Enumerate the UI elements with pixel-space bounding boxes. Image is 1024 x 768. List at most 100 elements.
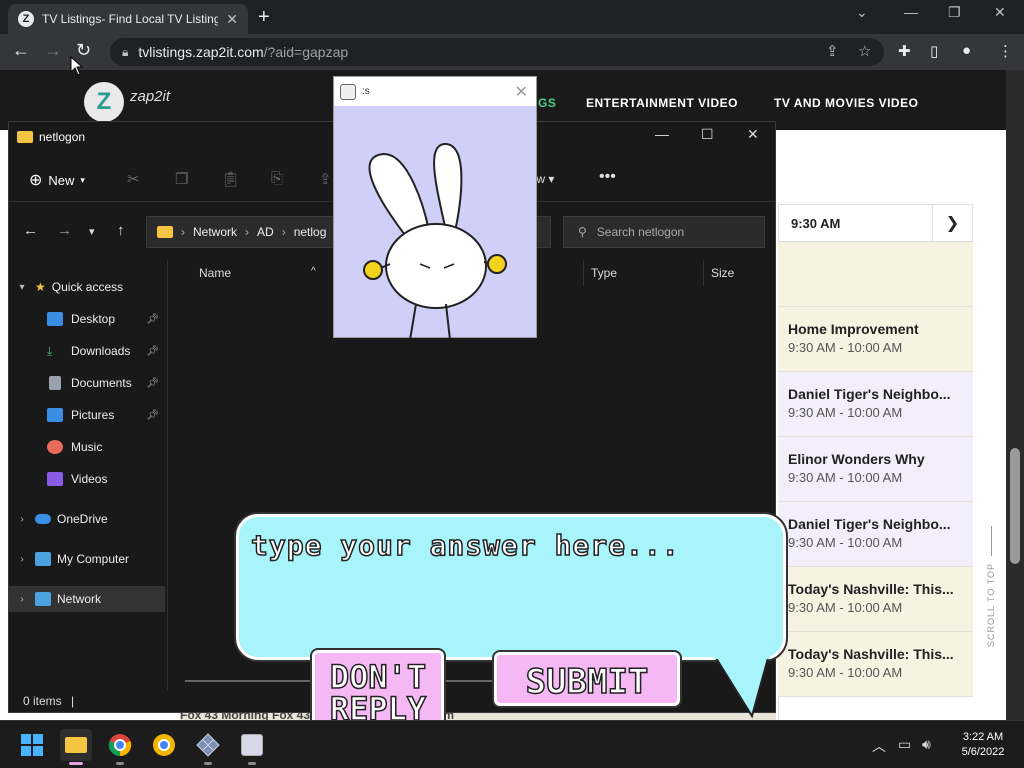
listing-cell[interactable]: Today's Nashville: This... 9:30 AM - 10:… <box>778 632 973 697</box>
nav-entertainment-video[interactable]: ENTERTAINMENT VIDEO <box>586 96 738 110</box>
pictures-icon <box>47 408 63 422</box>
tab-title: TV Listings- Find Local TV Listings <box>42 12 219 26</box>
forward-icon[interactable]: → <box>44 40 62 61</box>
download-arrow-icon: ⤓ <box>47 343 53 358</box>
status-separator: | <box>71 694 75 708</box>
explorer-title: netlogon <box>39 130 86 144</box>
page-scrollbar-thumb[interactable] <box>1010 448 1020 564</box>
column-separator[interactable] <box>703 260 704 286</box>
listing-cell[interactable]: Daniel Tiger's Neighbo... 9:30 AM - 10:0… <box>778 502 973 567</box>
recent-chevron-icon[interactable]: ▾ <box>89 225 95 238</box>
back-icon[interactable]: ← <box>12 40 30 61</box>
tab-search-icon[interactable]: ⌄ <box>856 4 868 21</box>
listing-cell[interactable]: Home Improvement 9:30 AM - 10:00 AM <box>778 307 973 372</box>
nav-tv-movies-video[interactable]: TV AND MOVIES VIDEO <box>774 96 918 110</box>
volume-icon[interactable]: 🔊︎ <box>922 736 931 753</box>
expand-chevron-icon[interactable]: ▾ <box>9 282 35 293</box>
submit-button[interactable]: SUBMIT <box>494 652 680 706</box>
restore-icon[interactable]: ❐ <box>948 4 961 21</box>
breadcrumb-separator-icon: › <box>245 225 250 239</box>
expand-chevron-icon[interactable]: › <box>9 514 35 525</box>
column-name[interactable]: Name <box>199 266 231 280</box>
column-separator[interactable] <box>583 260 584 286</box>
answer-placeholder: type your answer here... <box>250 528 680 563</box>
explorer-minimize-icon[interactable]: — <box>655 126 669 142</box>
breadcrumb-network[interactable]: Network <box>193 225 237 239</box>
taskbar-file-explorer[interactable] <box>60 729 92 765</box>
address-bar[interactable]: 🔒︎ tvlistings.zap2it.com/?aid=gapzap ⇪ ☆ <box>110 38 884 66</box>
pin-icon[interactable]: 📌︎ <box>146 410 159 421</box>
explorer-back-icon[interactable]: ← <box>23 222 38 239</box>
share-icon[interactable]: ⇪ <box>826 42 839 60</box>
copy-icon[interactable]: ❐ <box>175 170 188 188</box>
close-window-icon[interactable]: ✕ <box>994 4 1006 21</box>
share-icon[interactable]: ⇪ <box>319 170 332 188</box>
taskbar-chrome[interactable] <box>104 729 136 765</box>
bookmark-star-icon[interactable]: ☆ <box>858 42 871 60</box>
listing-time: 9:30 AM - 10:00 AM <box>788 340 903 355</box>
next-time-chevron-icon[interactable]: ❯ <box>932 205 972 241</box>
sidebar-item-onedrive[interactable]: › OneDrive <box>9 506 165 532</box>
cut-icon[interactable]: ✂ <box>127 170 140 188</box>
popup-close-icon[interactable]: ✕ <box>515 82 528 102</box>
sidebar-item-documents[interactable]: Documents 📌︎ <box>9 370 165 396</box>
profile-icon[interactable]: ● <box>962 42 971 59</box>
new-tab-icon[interactable]: + <box>258 6 270 29</box>
listing-show: Today's Nashville: This... <box>788 581 954 597</box>
minimize-icon[interactable]: — <box>904 4 918 20</box>
explorer-close-icon[interactable]: ✕ <box>747 126 759 143</box>
sidebar-item-videos[interactable]: Videos <box>9 466 165 492</box>
up-icon[interactable]: ↑ <box>117 222 125 239</box>
rename-icon[interactable]: ⎘ <box>271 170 283 187</box>
expand-chevron-icon[interactable]: › <box>9 554 35 565</box>
new-button[interactable]: ⊕ New ▾ <box>29 170 85 190</box>
taskbar-bunny-app[interactable] <box>236 729 268 765</box>
answer-input-bubble[interactable]: type your answer here... <box>236 514 786 660</box>
browser-tab[interactable]: Z TV Listings- Find Local TV Listings ✕ <box>8 4 248 34</box>
sidebar-item-pictures[interactable]: Pictures 📌︎ <box>9 402 165 428</box>
breadcrumb-ad[interactable]: AD <box>257 225 274 239</box>
pin-icon[interactable]: 📌︎ <box>146 378 159 389</box>
taskbar-clock[interactable]: 3:22 AM 5/6/2022 <box>950 730 1016 760</box>
listing-time: 9:30 AM - 10:00 AM <box>788 665 903 680</box>
listing-cell-empty <box>778 242 973 307</box>
column-size[interactable]: Size <box>711 266 734 280</box>
listing-time: 9:30 AM - 10:00 AM <box>788 535 903 550</box>
sidebar-item-downloads[interactable]: ⤓ Downloads 📌︎ <box>9 338 165 364</box>
listing-cell[interactable]: Daniel Tiger's Neighbo... 9:30 AM - 10:0… <box>778 372 973 437</box>
dont-reply-button[interactable]: DON'T REPLY <box>312 650 444 730</box>
menu-kebab-icon[interactable]: ⋮ <box>998 42 1013 60</box>
column-type[interactable]: Type <box>591 266 617 280</box>
zap2it-logo[interactable]: Z <box>84 82 124 122</box>
sidebar-item-desktop[interactable]: Desktop 📌︎ <box>9 306 165 332</box>
page-scrollbar[interactable] <box>1006 70 1024 720</box>
tray-overflow-chevron-icon[interactable]: ︿ <box>872 736 886 756</box>
start-button[interactable] <box>16 729 48 761</box>
star-icon: ★ <box>35 280 46 294</box>
more-options-icon[interactable]: ••• <box>599 168 616 186</box>
zap2it-logo-text[interactable]: zap2it <box>130 88 170 105</box>
tab-close-icon[interactable]: ✕ <box>226 11 238 28</box>
network-status-icon[interactable]: ▭ <box>898 736 911 753</box>
listing-cell[interactable]: Today's Nashville: This... 9:30 AM - 10:… <box>778 567 973 632</box>
pin-icon[interactable]: 📌︎ <box>146 314 159 325</box>
sidebar-item-quick-access[interactable]: ▾ ★ Quick access <box>9 274 165 300</box>
expand-chevron-icon[interactable]: › <box>9 594 35 605</box>
extensions-icon[interactable]: ✚ <box>898 42 911 60</box>
sidebar-item-music[interactable]: Music <box>9 434 165 460</box>
listing-cell[interactable]: Elinor Wonders Why 9:30 AM - 10:00 AM <box>778 437 973 502</box>
explorer-forward-icon[interactable]: → <box>57 222 72 239</box>
pin-icon[interactable]: 📌︎ <box>146 346 159 357</box>
taskbar-app-diamond[interactable] <box>192 729 224 765</box>
paste-icon[interactable]: 📋︎ <box>221 170 240 188</box>
taskbar-chrome-canary[interactable] <box>148 729 180 761</box>
nav-listings[interactable]: GS <box>538 96 556 110</box>
explorer-maximize-icon[interactable]: ☐ <box>701 126 714 143</box>
sidebar-item-network[interactable]: › Network <box>9 586 165 612</box>
sidebar-label: Videos <box>71 472 108 486</box>
breadcrumb-netlogon[interactable]: netlog <box>294 225 327 239</box>
side-panel-icon[interactable]: ▯ <box>930 42 938 60</box>
sidebar-item-my-computer[interactable]: › My Computer <box>9 546 165 572</box>
explorer-search-input[interactable]: ⚲ Search netlogon <box>563 216 765 248</box>
scroll-to-top[interactable]: SCROLL TO TOP <box>984 520 1000 660</box>
